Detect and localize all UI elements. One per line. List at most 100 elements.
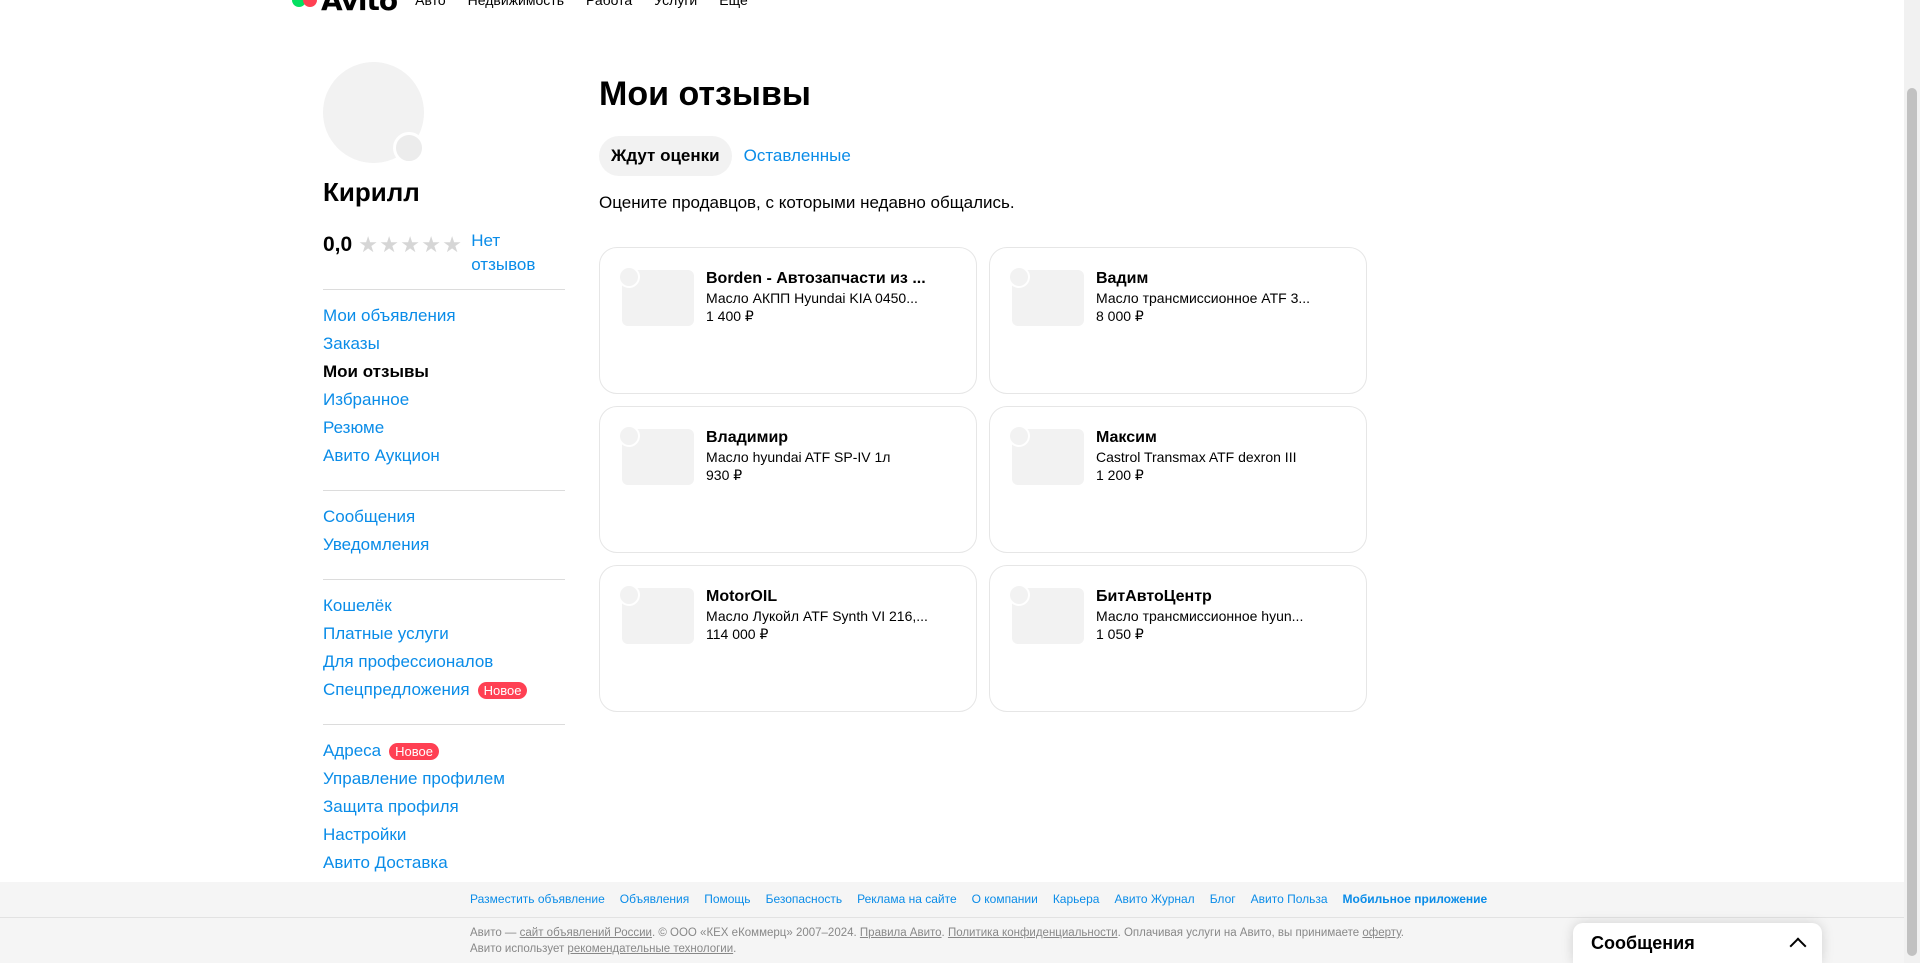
footer-link-about[interactable]: О компании bbox=[972, 892, 1038, 906]
seller-avatar bbox=[1008, 266, 1030, 288]
product-price: 1 200 ₽ bbox=[1096, 467, 1144, 483]
sidebar-item-wallet[interactable]: Кошелёк bbox=[323, 592, 565, 620]
legal-link-offer[interactable]: оферту bbox=[1362, 927, 1400, 939]
star-icon: ★ bbox=[379, 232, 399, 257]
rating-row: 0,0 ★ ★ ★ ★ ★ Нет отзывов bbox=[323, 229, 565, 277]
user-name: Кирилл bbox=[323, 177, 420, 207]
legal-text: . bbox=[733, 943, 737, 955]
nav-link-services[interactable]: Услуги bbox=[654, 0, 697, 8]
legal-text: . © ООО «КЕХ еКоммерц» 2007–2024. bbox=[651, 927, 860, 939]
legal-link-recommendations[interactable]: рекомендательные технологии bbox=[567, 943, 733, 955]
sidebar-item-favorites[interactable]: Избранное bbox=[323, 386, 565, 414]
footer-link-journal[interactable]: Авито Журнал bbox=[1114, 892, 1194, 906]
reviews-tabs: Ждут оценки Оставленные bbox=[599, 135, 1369, 177]
sidebar-item-messages[interactable]: Сообщения bbox=[323, 503, 565, 531]
product-price: 930 ₽ bbox=[706, 467, 743, 483]
avito-logo[interactable]: Avito bbox=[292, 0, 398, 17]
sidebar-item-my-ads[interactable]: Мои объявления bbox=[323, 302, 565, 330]
tab-left-reviews[interactable]: Оставленные bbox=[732, 136, 863, 176]
seller-name: Borden - Автозапчасти из ... bbox=[706, 270, 926, 287]
seller-card[interactable]: Вадим Масло трансмиссионное ATF 3... 8 0… bbox=[989, 247, 1367, 394]
sidebar-item-addresses[interactable]: Адреса Новое bbox=[323, 737, 565, 765]
footer-link-advertising[interactable]: Реклама на сайте bbox=[857, 892, 957, 906]
seller-card[interactable]: Максим Castrol Transmax ATF dexron III 1… bbox=[989, 406, 1367, 553]
avatar-edit-badge[interactable] bbox=[393, 132, 425, 164]
footer-link-mobile-app[interactable]: Мобильное приложение bbox=[1343, 892, 1488, 906]
footer-link-ads[interactable]: Объявления bbox=[620, 892, 689, 906]
reviews-subtitle: Оцените продавцов, с которыми недавно об… bbox=[599, 193, 1015, 212]
logo-text: Avito bbox=[321, 0, 398, 17]
top-navigation: Avito Авто Недвижимость Работа Услуги Ещ… bbox=[292, 0, 770, 17]
sidebar-item-delivery[interactable]: Авито Доставка bbox=[323, 849, 565, 877]
sidebar-item-auction[interactable]: Авито Аукцион bbox=[323, 442, 565, 470]
legal-link-rules[interactable]: Правила Авито bbox=[860, 927, 942, 939]
sidebar-item-special-offers[interactable]: Спецпредложения Новое bbox=[323, 676, 565, 704]
product-title: Масло трансмиссионное ATF 3... bbox=[1096, 290, 1311, 306]
no-reviews-link[interactable]: Нет отзывов bbox=[471, 229, 551, 277]
seller-avatar bbox=[1008, 425, 1030, 447]
seller-avatar bbox=[1008, 584, 1030, 606]
nav-link-jobs[interactable]: Работа bbox=[586, 0, 632, 8]
new-badge: Новое bbox=[477, 681, 528, 699]
footer-link-help[interactable]: Помощь bbox=[704, 892, 750, 906]
seller-card[interactable]: Borden - Автозапчасти из ... Масло АКПП … bbox=[599, 247, 977, 394]
scrollbar-thumb[interactable] bbox=[1907, 88, 1917, 956]
star-icon: ★ bbox=[421, 232, 441, 257]
footer-link-post-ad[interactable]: Разместить объявление bbox=[470, 892, 605, 906]
legal-text: . Оплачивая услуги на Авито, вы принимае… bbox=[1117, 927, 1363, 939]
sidebar-item-resume[interactable]: Резюме bbox=[323, 414, 565, 442]
product-price: 8 000 ₽ bbox=[1096, 308, 1144, 324]
seller-card[interactable]: Владимир Масло hyundai ATF SP-IV 1л 930 … bbox=[599, 406, 977, 553]
product-price: 114 000 ₽ bbox=[706, 626, 769, 642]
sidebar-item-profile-protection[interactable]: Защита профиля bbox=[323, 793, 565, 821]
product-title: Масло Лукойл ATF Synth VI 216,... bbox=[706, 608, 928, 624]
nav-link-auto[interactable]: Авто bbox=[415, 0, 446, 8]
footer-link-career[interactable]: Карьера bbox=[1053, 892, 1100, 906]
rating-stars: ★ ★ ★ ★ ★ bbox=[358, 233, 463, 257]
new-badge: Новое bbox=[389, 742, 439, 760]
star-icon: ★ bbox=[442, 232, 462, 257]
sidebar-item-orders[interactable]: Заказы bbox=[323, 330, 565, 358]
product-title: Масло трансмиссионное hyun... bbox=[1096, 608, 1304, 624]
chevron-up-icon[interactable] bbox=[1789, 937, 1807, 955]
avatar[interactable] bbox=[323, 62, 425, 164]
profile-sidebar: Кирилл 0,0 ★ ★ ★ ★ ★ Нет отзывов Мои объ… bbox=[323, 62, 565, 885]
seller-name: Владимир bbox=[706, 429, 789, 446]
seller-card[interactable]: БитАвтоЦентр Масло трансмиссионное hyun.… bbox=[989, 565, 1367, 712]
footer-link-blog[interactable]: Блог bbox=[1210, 892, 1236, 906]
sidebar-item-label: Спецпредложения bbox=[323, 680, 470, 699]
scrollbar[interactable] bbox=[1904, 0, 1920, 963]
sidebar-item-settings[interactable]: Настройки bbox=[323, 821, 565, 849]
nav-link-realty[interactable]: Недвижимость bbox=[468, 0, 564, 8]
star-icon: ★ bbox=[358, 232, 378, 257]
sidebar-item-paid-services[interactable]: Платные услуги bbox=[323, 620, 565, 648]
messages-widget-title: Сообщения bbox=[1591, 932, 1695, 953]
rating-value: 0,0 bbox=[323, 233, 353, 256]
sidebar-item-for-pros[interactable]: Для профессионалов bbox=[323, 648, 565, 676]
product-title: Castrol Transmax ATF dexron III bbox=[1096, 449, 1297, 465]
legal-link-privacy[interactable]: Политика конфиденциальности bbox=[948, 927, 1118, 939]
legal-link-classifieds[interactable]: сайт объявлений России bbox=[520, 927, 652, 939]
seller-card[interactable]: MotorOIL Масло Лукойл ATF Synth VI 216,.… bbox=[599, 565, 977, 712]
nav-link-more[interactable]: Еще bbox=[719, 0, 748, 8]
product-price: 1 400 ₽ bbox=[706, 308, 754, 324]
menu-group-listings: Мои объявления Заказы Мои отзывы Избранн… bbox=[323, 289, 565, 478]
reviews-main: Мои отзывы Ждут оценки Оставленные Оцени… bbox=[599, 75, 1369, 217]
sidebar-item-profile-management[interactable]: Управление профилем bbox=[323, 765, 565, 793]
page-title: Мои отзывы bbox=[599, 75, 811, 113]
messages-widget[interactable]: Сообщения bbox=[1573, 923, 1822, 963]
seller-name: MotorOIL bbox=[706, 588, 778, 605]
tab-awaiting-rating[interactable]: Ждут оценки bbox=[599, 136, 732, 176]
sidebar-item-my-reviews[interactable]: Мои отзывы bbox=[323, 358, 565, 386]
seller-name: БитАвтоЦентр bbox=[1096, 588, 1212, 605]
menu-group-communication: Сообщения Уведомления bbox=[323, 490, 565, 567]
footer-links: Разместить объявление Объявления Помощь … bbox=[470, 892, 1502, 906]
star-icon: ★ bbox=[400, 232, 420, 257]
footer-link-benefit[interactable]: Авито Польза bbox=[1251, 892, 1328, 906]
footer-link-security[interactable]: Безопасность bbox=[766, 892, 843, 906]
sidebar-item-notifications[interactable]: Уведомления bbox=[323, 531, 565, 559]
product-title: Масло hyundai ATF SP-IV 1л bbox=[706, 449, 891, 465]
seller-avatar bbox=[618, 425, 640, 447]
seller-name: Вадим bbox=[1096, 270, 1149, 287]
seller-avatar bbox=[618, 266, 640, 288]
